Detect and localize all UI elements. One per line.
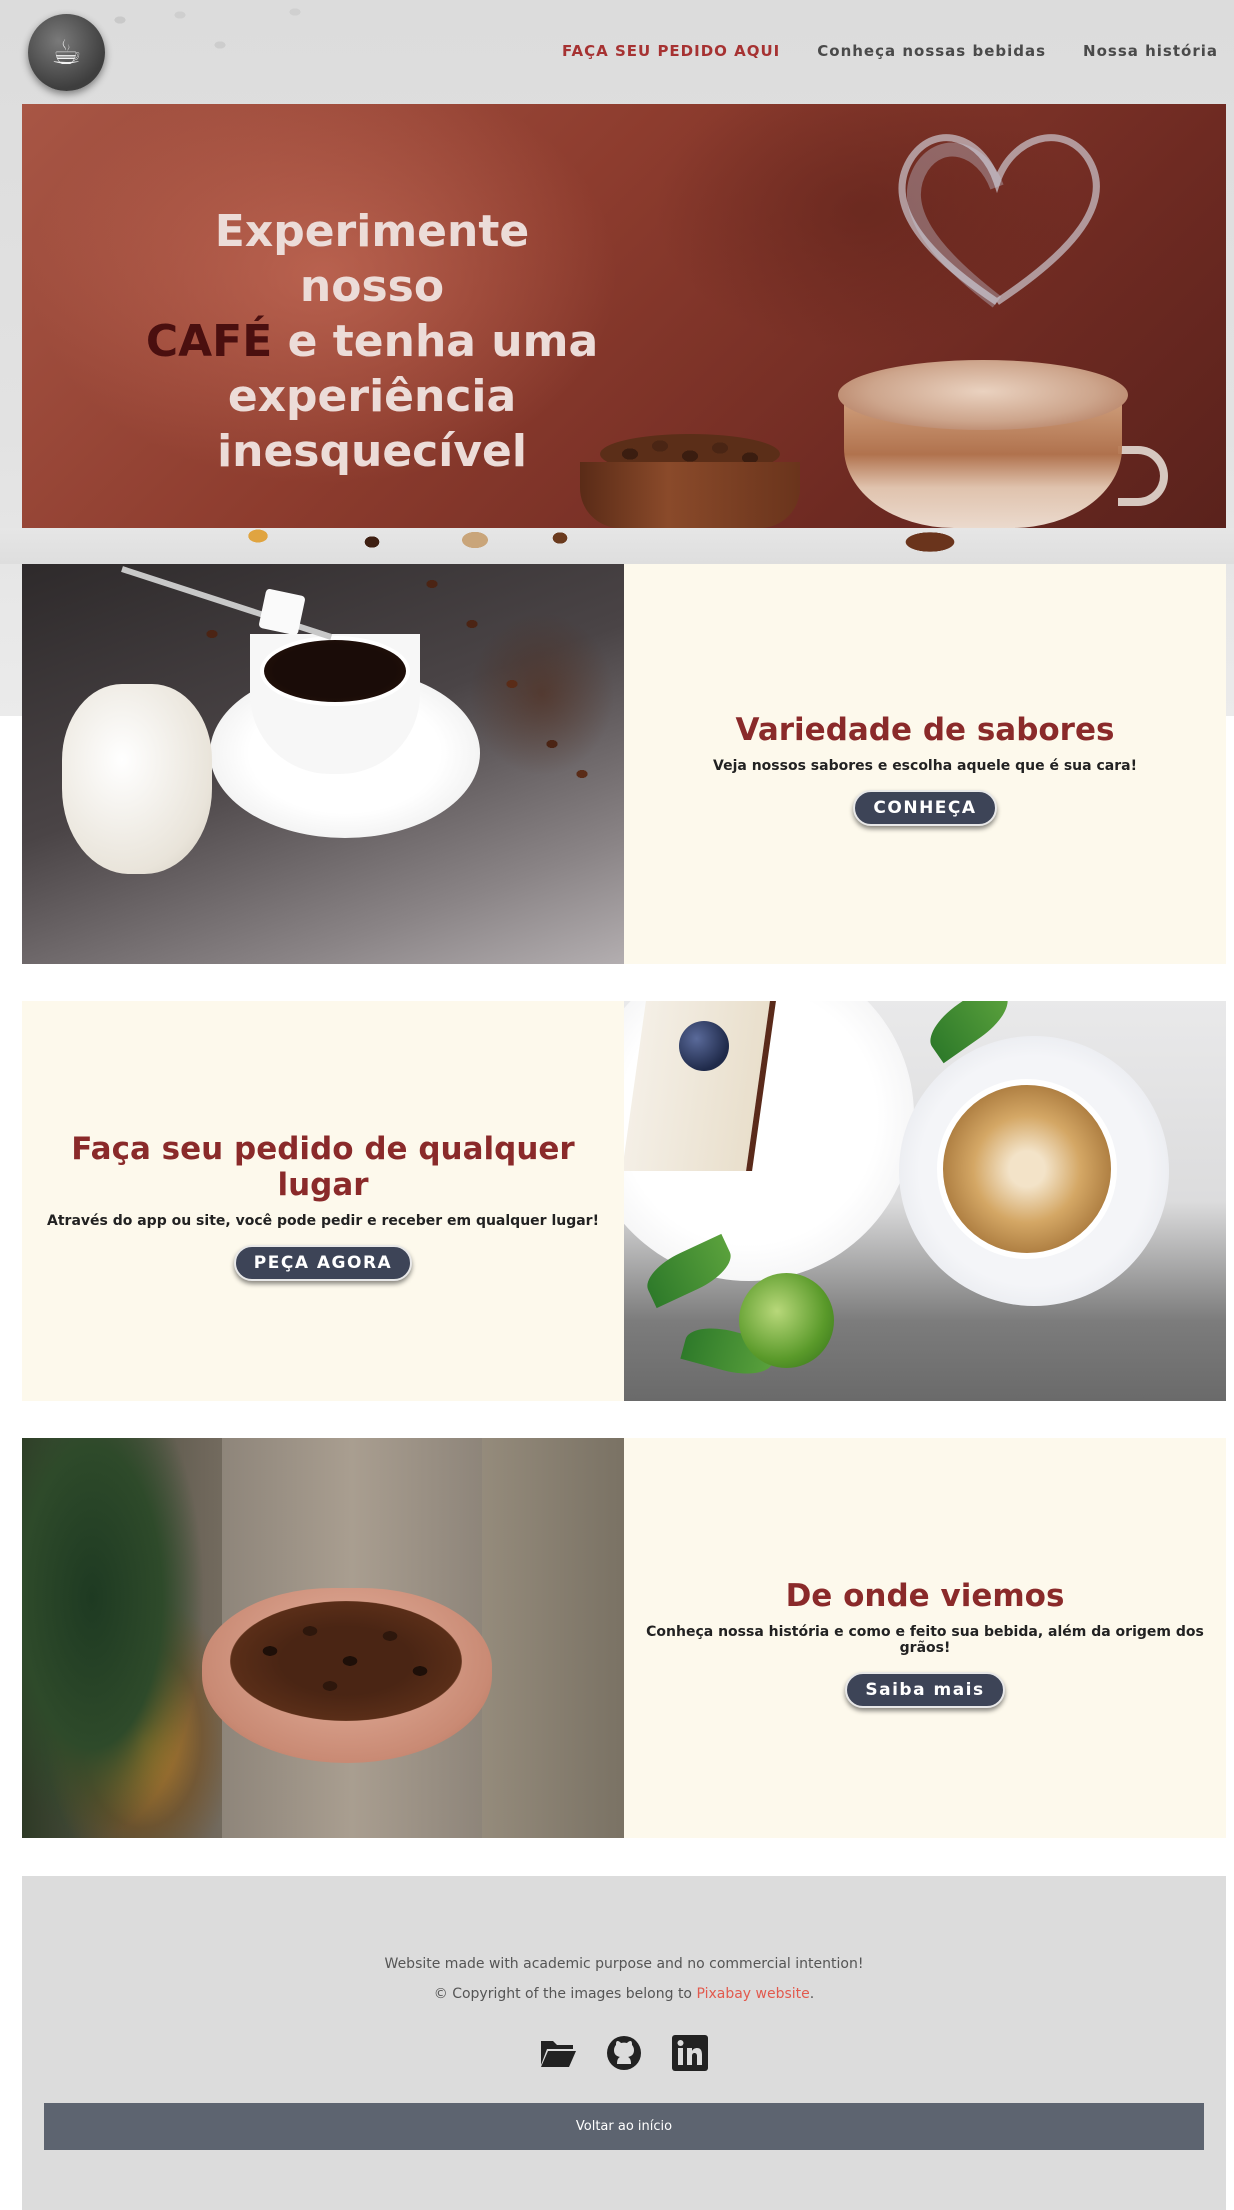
order-panel: Faça seu pedido de qualquer lugar Atravé…	[22, 1001, 624, 1401]
logo[interactable]: ☕	[28, 14, 105, 91]
peca-agora-button[interactable]: PEÇA AGORA	[233, 1245, 413, 1281]
feature-order: Faça seu pedido de qualquer lugar Atravé…	[22, 1001, 1226, 1401]
hands-beans-photo	[22, 1438, 624, 1838]
hero-line-2: CAFÉ e tenha uma	[142, 314, 602, 369]
github-icon[interactable]	[604, 2033, 644, 2073]
hero-line-4: inesquecível	[217, 426, 527, 477]
flavors-title: Variedade de sabores	[735, 712, 1115, 748]
nav-link-drinks[interactable]: Conheça nossas bebidas	[817, 42, 1046, 60]
hero-title: Experimente nosso CAFÉ e tenha uma exper…	[142, 204, 602, 479]
folder-icon[interactable]	[538, 2033, 578, 2073]
conheca-button[interactable]: CONHEÇA	[853, 790, 997, 826]
footer-copyright: © Copyright of the images belong to Pixa…	[22, 1986, 1226, 2002]
copyright-prefix: © Copyright of the images belong to	[433, 1986, 697, 2002]
order-title: Faça seu pedido de qualquer lugar	[71, 1131, 575, 1203]
hero-line-2-rest: e tenha uma	[272, 316, 599, 367]
main-nav: FAÇA SEU PEDIDO AQUI Conheça nossas bebi…	[562, 42, 1218, 60]
feature-origin: De onde viemos Conheça nossa história e …	[22, 1438, 1226, 1838]
steam-heart-image	[898, 134, 1100, 308]
linkedin-icon[interactable]	[670, 2033, 710, 2073]
coffee-milk-photo	[22, 564, 624, 964]
social-links	[22, 2033, 1226, 2073]
copyright-suffix: .	[809, 1986, 815, 2002]
hero-cafe-word: CAFÉ	[145, 316, 273, 367]
origin-text: Conheça nossa história e como e feito su…	[646, 1624, 1204, 1656]
flavors-panel: Variedade de sabores Veja nossos sabores…	[624, 564, 1226, 964]
saiba-mais-button[interactable]: Saiba mais	[845, 1672, 1005, 1708]
cappuccino-cup-image	[834, 360, 1168, 528]
back-to-top-button[interactable]: Voltar ao início	[44, 2103, 1204, 2150]
site-footer: Website made with academic purpose and n…	[22, 1876, 1226, 2210]
site-header: ☕ FAÇA SEU PEDIDO AQUI Conheça nossas be…	[0, 0, 1234, 104]
nav-link-order[interactable]: FAÇA SEU PEDIDO AQUI	[562, 42, 780, 60]
order-text: Através do app ou site, você pode pedir …	[47, 1213, 599, 1229]
flavors-text: Veja nossos sabores e escolha aquele que…	[713, 758, 1137, 774]
spice-strip-image	[0, 528, 1234, 564]
footer-disclaimer: Website made with academic purpose and n…	[384, 1956, 864, 1972]
pixabay-link[interactable]: Pixabay website	[696, 1986, 809, 2002]
nav-link-history[interactable]: Nossa história	[1083, 42, 1218, 60]
coffee-beans-bowl-image	[580, 434, 800, 528]
origin-panel: De onde viemos Conheça nossa história e …	[624, 1438, 1226, 1838]
hero-banner: Experimente nosso CAFÉ e tenha uma exper…	[22, 104, 1226, 528]
hero-line-1: Experimente nosso	[214, 206, 530, 312]
origin-title: De onde viemos	[785, 1578, 1065, 1614]
coffee-cup-icon: ☕	[51, 32, 82, 73]
latte-cake-photo	[624, 1001, 1226, 1401]
hero-line-3: experiência	[227, 371, 517, 422]
feature-flavors: Variedade de sabores Veja nossos sabores…	[22, 564, 1226, 964]
